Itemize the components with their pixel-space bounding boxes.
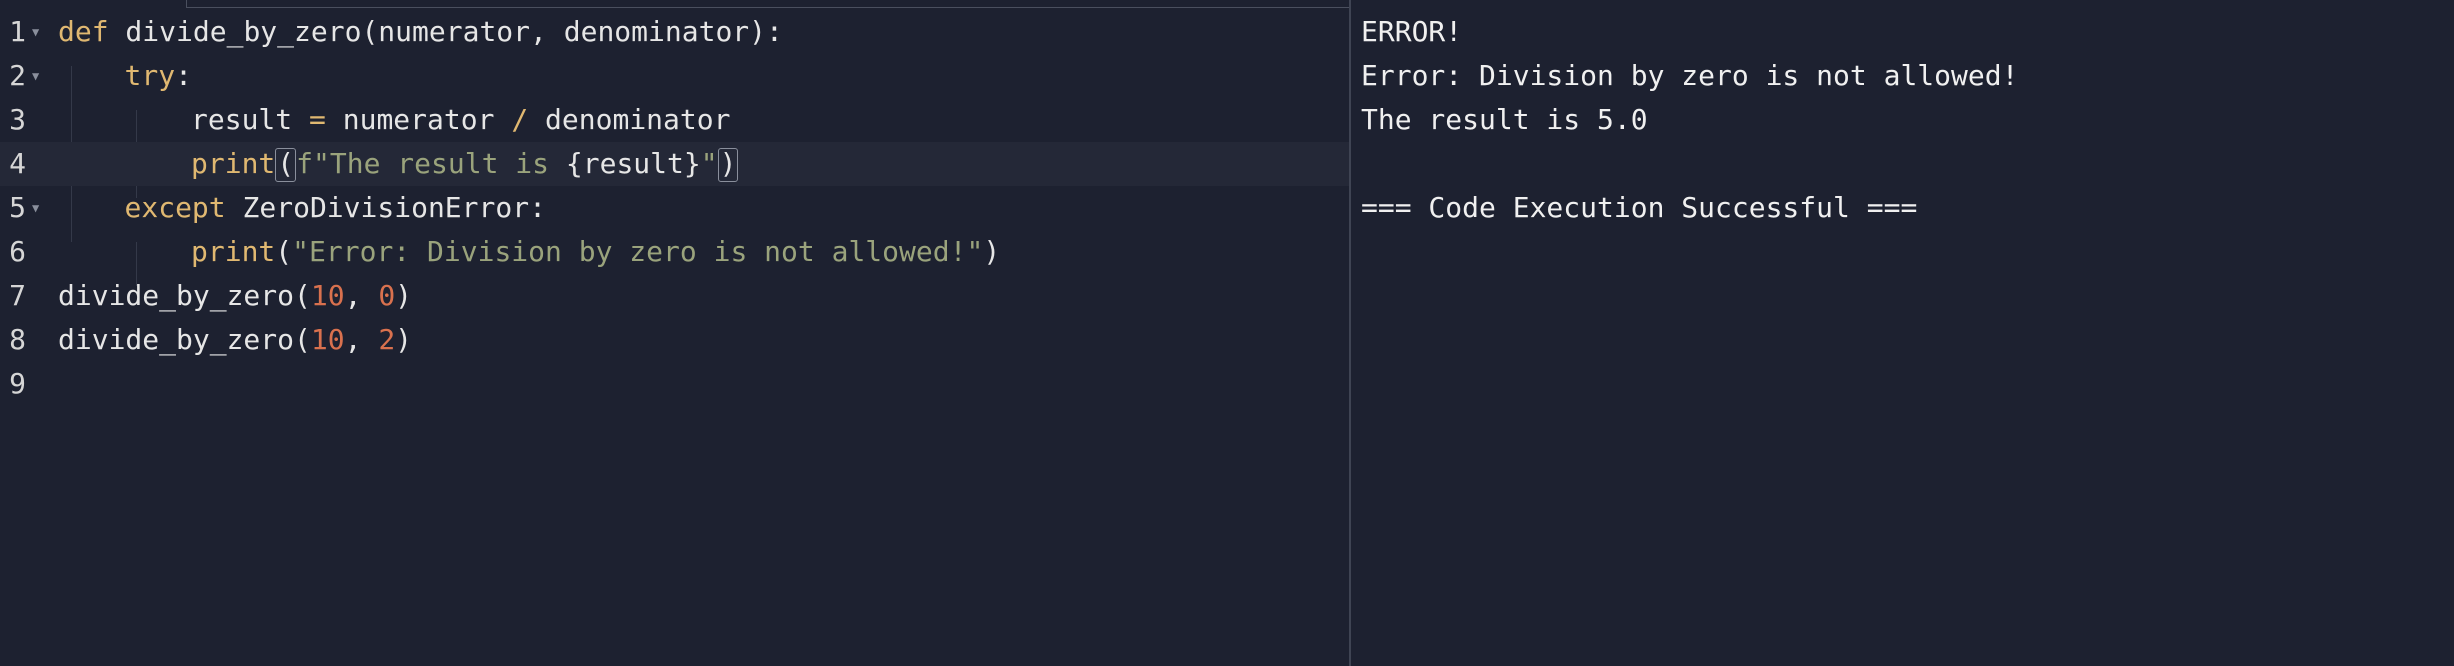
code-token: print [191,147,276,180]
output-line: Error: Division by zero is not allowed! [1361,59,2019,92]
line-number: 2 [9,59,26,92]
code-text: print("Error: Division by zero is not al… [191,230,1000,274]
code-token: divide_by_zero( [58,323,311,356]
code-line-3[interactable]: 3 result = numerator / denominator [0,98,1349,142]
fold-arrow-icon[interactable]: ▼ [32,10,39,54]
fold-arrow-icon[interactable]: ▼ [32,186,39,230]
code-line-8[interactable]: 8 divide_by_zero(10, 2) [0,318,1349,362]
matched-bracket: ( [275,147,297,182]
code-text: divide_by_zero(10, 2) [58,318,412,362]
output-line: The result is 5.0 [1361,103,1648,136]
code-token: , [344,279,379,312]
line-number: 6 [9,235,26,268]
line-number: 1 [9,15,26,48]
code-token: result [191,103,310,136]
code-token: 10 [310,323,345,356]
line-number: 3 [9,103,26,136]
code-token: ZeroDivisionError: [225,191,546,224]
code-token: / [511,103,529,136]
code-token: ( [275,235,293,268]
code-line-2[interactable]: 2 ▼ try: [0,54,1349,98]
output-line: ERROR! [1361,15,1463,48]
code-token: 0 [378,279,396,312]
code-editor[interactable]: 1 ▼ def divide_by_zero(numerator, denomi… [0,0,1349,666]
code-token: print [191,235,276,268]
line-number: 4 [9,147,26,180]
code-token: except [124,191,226,224]
code-text: divide_by_zero(10, 0) [58,274,412,318]
code-token: : [175,59,192,92]
code-token: def [58,15,109,48]
code-text: except ZeroDivisionError: [125,186,546,230]
top-panel-edge [186,0,1350,8]
code-token: divide_by_zero( [58,279,311,312]
code-line-1[interactable]: 1 ▼ def divide_by_zero(numerator, denomi… [0,10,1349,54]
code-line-4[interactable]: 4 print(f"The result is {result}") [0,142,1349,186]
code-token: ) [395,323,413,356]
code-line-9[interactable]: 9 [0,362,1349,406]
code-line-6[interactable]: 6 print("Error: Division by zero is not … [0,230,1349,274]
code-text: print(f"The result is {result}") [191,142,739,186]
code-token: 2 [378,323,396,356]
code-token: " [700,147,718,180]
output-console: ERROR! Error: Division by zero is not al… [1351,0,2454,666]
code-token: {result} [565,147,701,180]
line-number: 8 [9,323,26,356]
line-number: 9 [9,367,26,400]
code-token: "Error: Division by zero is not allowed!… [292,235,984,268]
code-token: numerator [325,103,512,136]
code-token: ) [983,235,1001,268]
code-token: divide_by_zero(numerator, denominator): [108,15,783,48]
code-text: def divide_by_zero(numerator, denominato… [58,10,783,54]
code-token: 10 [310,279,345,312]
code-line-7[interactable]: 7 divide_by_zero(10, 0) [0,274,1349,318]
code-text: result = numerator / denominator [191,98,730,142]
matched-bracket: ) [717,147,739,182]
line-number: 5 [9,191,26,224]
code-token: ) [395,279,413,312]
code-token: try [124,59,176,92]
code-token: denominator [528,103,731,136]
fold-arrow-icon[interactable]: ▼ [32,54,39,98]
code-line-5[interactable]: 5 ▼ except ZeroDivisionError: [0,186,1349,230]
code-text: try: [125,54,192,98]
code-token: , [344,323,379,356]
line-number: 7 [9,279,26,312]
code-token: f"The result is [296,147,566,180]
output-line: === Code Execution Successful === [1361,191,1918,224]
code-token: = [309,103,326,136]
